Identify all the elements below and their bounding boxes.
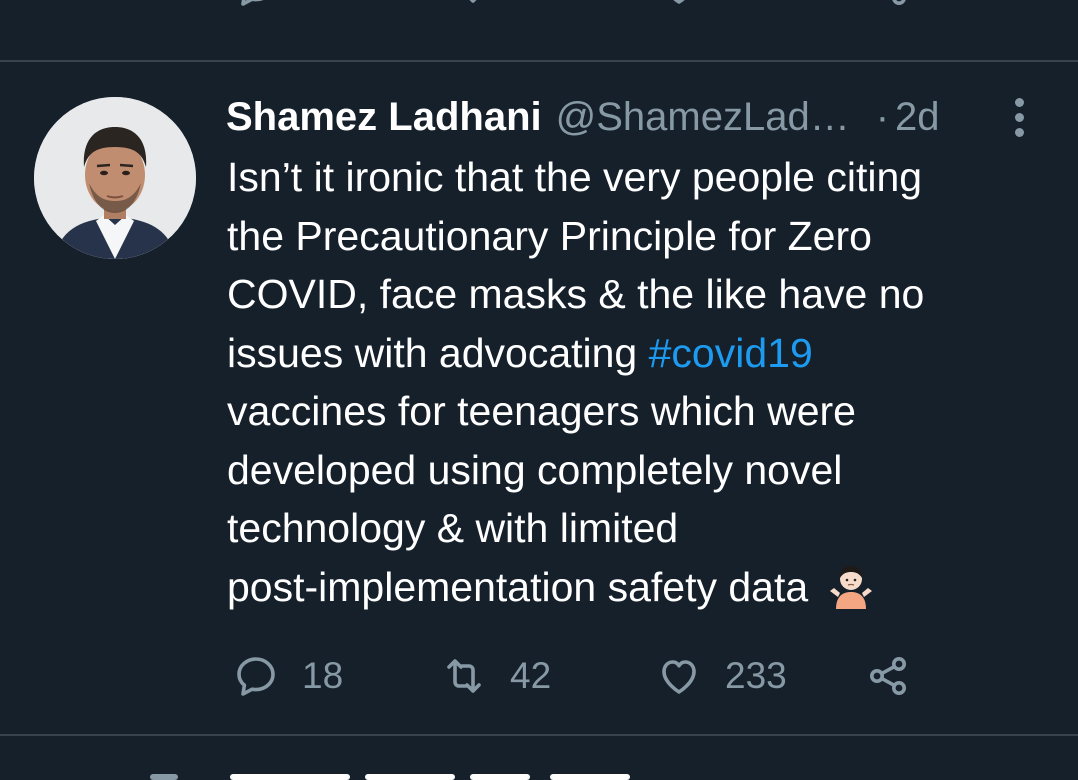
like-icon bbox=[662, 660, 696, 694]
avatar-photo bbox=[34, 97, 196, 259]
tweet-actions: 18 42 233 bbox=[0, 648, 1078, 704]
tweet-text-line: developed using completely novel bbox=[227, 446, 843, 493]
previous-retweet-button[interactable]: 162 bbox=[440, 0, 572, 10]
next-tweet-peek bbox=[150, 770, 750, 780]
reply-icon bbox=[237, 657, 275, 696]
tweet-text-line-with-emoji: post-implementation safety data bbox=[227, 558, 1017, 617]
author-name[interactable]: Shamez Ladhani bbox=[226, 93, 542, 141]
previous-like-button[interactable]: 419 bbox=[655, 0, 787, 10]
share-icon bbox=[870, 657, 906, 695]
reply-icon bbox=[241, 0, 264, 6]
divider-top bbox=[0, 60, 1078, 62]
retweet-count: 42 bbox=[510, 655, 552, 696]
header-separator: · bbox=[875, 95, 890, 139]
like-button[interactable]: 233 bbox=[655, 652, 787, 700]
previous-reply-button[interactable]: 23 bbox=[232, 0, 343, 10]
tweet-text-segment: issues with advocating bbox=[227, 329, 649, 376]
like-icon bbox=[673, 0, 685, 4]
avatar[interactable] bbox=[34, 97, 196, 259]
tweet-text-segment: post-implementation safety data bbox=[227, 563, 809, 610]
tweet-header: Shamez Ladhani @ShamezLad… · 2d bbox=[226, 93, 940, 141]
person-shrugging-emoji-icon bbox=[829, 565, 872, 609]
tweet-text-line: COVID, face masks & the like have no bbox=[227, 271, 925, 317]
previous-tweet-actions: 23 162 419 bbox=[0, 0, 1078, 22]
tweet-timestamp[interactable]: 2d bbox=[895, 93, 940, 141]
retweet-button[interactable]: 42 bbox=[440, 652, 551, 700]
divider-bottom bbox=[0, 734, 1078, 736]
next-tweet-cutoff-text bbox=[150, 774, 630, 780]
tweet-text-line: Isn’t it ironic that the very people cit… bbox=[227, 154, 923, 200]
previous-retweet-count: 162 bbox=[510, 0, 572, 7]
tweet-text-line-with-hashtag: issues with advocating #covid19 bbox=[227, 324, 1017, 383]
more-options-button[interactable] bbox=[1008, 98, 1030, 138]
reply-button[interactable]: 18 bbox=[232, 652, 343, 700]
previous-reply-count: 23 bbox=[302, 0, 343, 7]
like-count: 233 bbox=[725, 655, 787, 696]
share-icon bbox=[892, 0, 906, 5]
previous-like-count: 419 bbox=[725, 0, 787, 7]
tweet-text-line: technology & with limited bbox=[227, 505, 679, 551]
retweet-icon bbox=[447, 659, 481, 693]
tweet-text: Isn’t it ironic that the very people cit… bbox=[227, 148, 1017, 616]
previous-share-button[interactable] bbox=[864, 0, 912, 10]
reply-count: 18 bbox=[302, 655, 344, 696]
tweet-text-line: vaccines for teenagers which were bbox=[227, 388, 856, 434]
more-options-icon bbox=[1008, 98, 1030, 137]
tweet-text-line: the Precautionary Principle for Zero bbox=[227, 212, 872, 259]
retweet-icon bbox=[469, 0, 477, 3]
hashtag-link[interactable]: #covid19 bbox=[649, 330, 813, 376]
author-handle[interactable]: @ShamezLad… bbox=[556, 93, 850, 141]
share-button[interactable] bbox=[864, 652, 912, 700]
timeline: 23 162 419 bbox=[0, 0, 1078, 780]
